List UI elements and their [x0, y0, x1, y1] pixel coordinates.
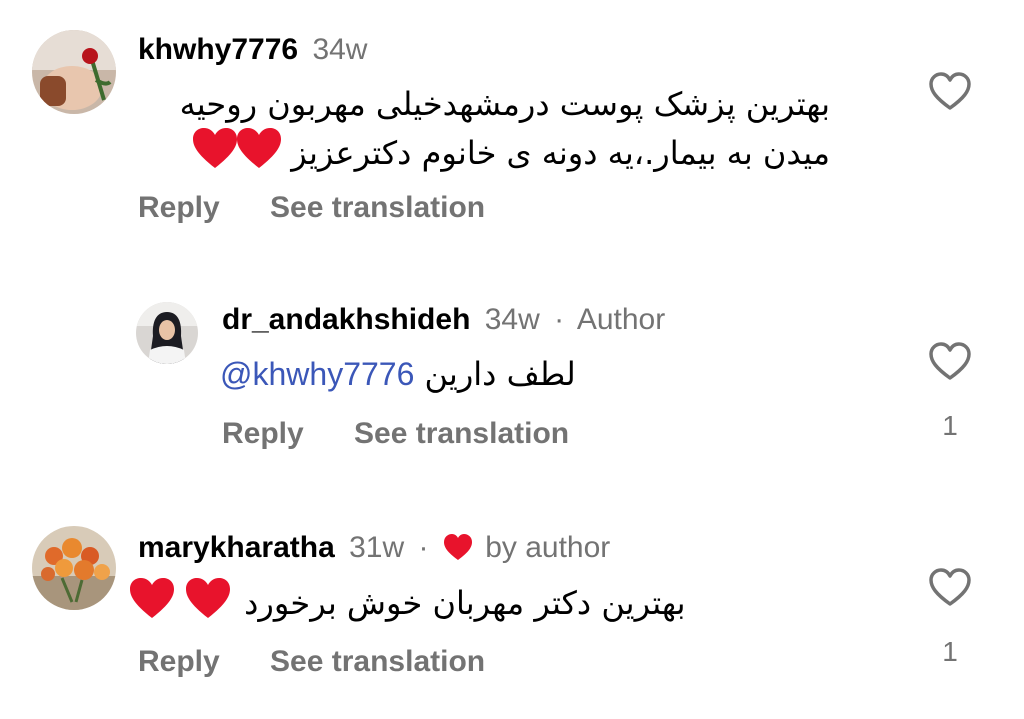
separator-dot: ·: [418, 531, 429, 564]
red-heart-emoji: [130, 578, 234, 633]
username[interactable]: marykharatha: [138, 531, 335, 564]
timestamp: 31w: [349, 531, 405, 564]
comment-header: dr_andakhshideh 34w · Author: [222, 302, 665, 338]
see-translation-button[interactable]: See translation: [270, 191, 485, 224]
comment-header: marykharatha 31w · by author: [138, 530, 610, 570]
see-translation-button[interactable]: See translation: [270, 645, 485, 678]
timestamp: 34w: [484, 303, 540, 336]
avatar-khwhy7776[interactable]: [32, 30, 116, 114]
comment-text-line-2: میدن به بیمار.،یه دونه ی خانوم دکترعزیز: [130, 128, 830, 183]
author-badge: Author: [576, 303, 666, 336]
see-translation-button[interactable]: See translation: [354, 417, 569, 450]
comment-text-line-1: بهترین پزشک پوست درمشهدخیلی مهربون روحیه: [179, 85, 830, 123]
comment-actions: Reply See translation: [138, 644, 527, 680]
comment-text-line-2-text: میدن به بیمار.،یه دونه ی خانوم دکترعزیز: [291, 134, 830, 172]
comment-actions: Reply See translation: [222, 416, 611, 452]
reply-button[interactable]: Reply: [222, 417, 304, 450]
heart-outline-icon: [929, 72, 971, 110]
reply-button[interactable]: Reply: [138, 645, 220, 678]
timestamp: 34w: [312, 33, 368, 66]
mention-link[interactable]: @khwhy7776: [220, 356, 414, 392]
like-button[interactable]: [928, 70, 972, 114]
comment-text-content: بهترین دکتر مهربان خوش برخورد: [244, 584, 686, 622]
like-button[interactable]: [928, 566, 972, 610]
comment-actions: Reply See translation: [138, 190, 527, 226]
username[interactable]: dr_andakhshideh: [222, 303, 470, 336]
heart-outline-icon: [929, 342, 971, 380]
comment-text: بهترین دکتر مهربان خوش برخورد: [130, 578, 730, 633]
heart-filled-icon: [443, 533, 473, 570]
avatar-dr-andakhshideh[interactable]: [136, 302, 198, 364]
reply-button[interactable]: Reply: [138, 191, 220, 224]
like-count[interactable]: 1: [930, 410, 970, 442]
comment-header: khwhy7776 34w: [138, 32, 367, 68]
red-heart-emoji: [193, 128, 282, 183]
like-count[interactable]: 1: [930, 636, 970, 668]
like-button[interactable]: [928, 340, 972, 384]
comment-text: بهترین پزشک پوست درمشهدخیلی مهربون روحیه…: [130, 80, 830, 183]
avatar-marykharatha[interactable]: [32, 526, 116, 610]
comment-text: @khwhy7776 لطف دارین: [220, 350, 620, 398]
heart-outline-icon: [929, 568, 971, 606]
username[interactable]: khwhy7776: [138, 33, 298, 66]
comment-text-content: لطف دارین: [424, 355, 576, 393]
liked-by-author-label: by author: [485, 531, 611, 564]
separator-dot: ·: [554, 303, 565, 336]
